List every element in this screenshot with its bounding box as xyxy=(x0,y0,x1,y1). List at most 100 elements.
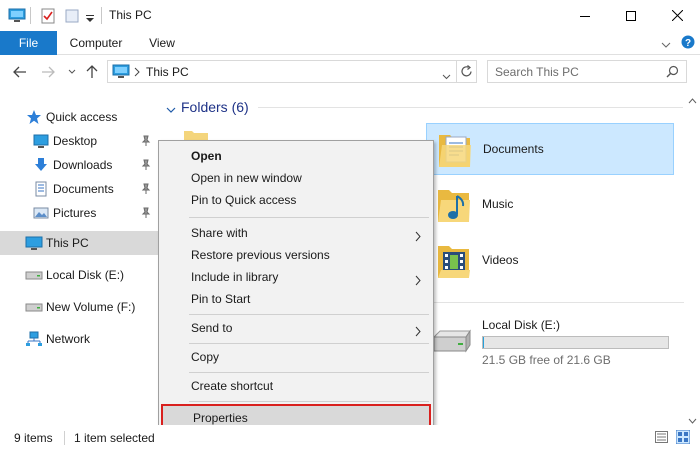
folder-videos[interactable]: Videos xyxy=(426,235,674,287)
pin-icon xyxy=(141,135,151,149)
pin-icon xyxy=(141,207,151,221)
nav-item-label: This PC xyxy=(46,236,89,250)
nav-item-label: Pictures xyxy=(53,206,97,220)
search-icon[interactable] xyxy=(666,65,679,81)
menu-item-label: Include in library xyxy=(191,270,279,284)
navigation-pane: Quick access Desktop Downloads Documents… xyxy=(0,95,158,425)
nav-item-desktop[interactable]: Desktop xyxy=(0,129,158,153)
breadcrumb-separator-icon[interactable] xyxy=(134,66,140,80)
menu-separator xyxy=(189,401,429,402)
menu-separator xyxy=(189,217,429,218)
folder-label: Music xyxy=(482,197,514,211)
nav-item-label: Downloads xyxy=(53,158,113,172)
menu-separator xyxy=(189,314,429,315)
context-menu: Open Open in new window Pin to Quick acc… xyxy=(158,140,434,436)
nav-item-label: Network xyxy=(46,332,91,346)
nav-item-local-disk-e[interactable]: Local Disk (E:) xyxy=(0,263,158,287)
recent-locations-button[interactable] xyxy=(64,64,80,80)
address-bar[interactable]: This PC xyxy=(107,60,477,83)
menu-item-include-in-library[interactable]: Include in library xyxy=(159,266,433,288)
folders-group-header[interactable]: Folders (6) xyxy=(181,99,249,115)
maximize-button[interactable] xyxy=(608,0,654,31)
minimize-icon xyxy=(580,15,590,17)
hard-drive-icon xyxy=(430,327,472,360)
drive-free-space: 21.5 GB free of 21.6 GB xyxy=(482,353,611,367)
download-icon xyxy=(33,157,49,173)
menu-item-pin-to-start[interactable]: Pin to Start xyxy=(159,288,433,310)
menu-item-pin-to-quick-access[interactable]: Pin to Quick access xyxy=(159,189,433,211)
nav-item-new-volume-f[interactable]: New Volume (F:) xyxy=(0,295,158,319)
folder-label: Documents xyxy=(483,142,544,156)
forward-arrow-icon xyxy=(42,66,55,78)
status-selection: 1 item selected xyxy=(74,431,155,445)
drive-local-disk-e[interactable]: Local Disk (E:) 21.5 GB free of 21.6 GB xyxy=(426,313,674,369)
drive-label: Local Disk (E:) xyxy=(482,318,561,332)
menu-item-send-to[interactable]: Send to xyxy=(159,317,433,339)
menu-item-copy[interactable]: Copy xyxy=(159,346,433,368)
nav-item-label: Desktop xyxy=(53,134,98,148)
refresh-icon[interactable] xyxy=(460,65,473,81)
network-icon xyxy=(25,331,42,347)
menu-item-share-with[interactable]: Share with xyxy=(159,222,433,244)
pin-icon xyxy=(141,159,151,173)
details-view-icon[interactable] xyxy=(655,431,668,446)
nav-item-documents[interactable]: Documents xyxy=(0,177,158,201)
menu-item-open[interactable]: Open xyxy=(159,145,433,167)
tab-file[interactable]: File xyxy=(0,31,57,55)
search-placeholder: Search This PC xyxy=(495,65,579,79)
menu-item-label: Send to xyxy=(191,321,233,335)
nav-item-pictures[interactable]: Pictures xyxy=(0,201,158,225)
nav-item-quick-access[interactable]: Quick access xyxy=(0,105,158,129)
nav-item-this-pc[interactable]: This PC xyxy=(0,231,158,255)
videos-folder-icon xyxy=(437,242,471,283)
folder-documents[interactable]: Documents xyxy=(426,123,674,175)
expand-ribbon-icon[interactable] xyxy=(661,38,671,52)
forward-button[interactable] xyxy=(40,64,56,80)
pictures-icon xyxy=(33,205,49,221)
large-icons-view-icon[interactable] xyxy=(675,429,691,447)
document-icon xyxy=(33,181,49,197)
new-folder-icon[interactable] xyxy=(64,8,80,27)
star-icon xyxy=(26,109,42,125)
menu-separator xyxy=(189,343,429,344)
tab-computer[interactable]: Computer xyxy=(62,31,130,55)
maximize-icon xyxy=(626,10,636,21)
back-button[interactable] xyxy=(12,64,28,80)
collapse-folders-icon[interactable] xyxy=(166,103,176,117)
vertical-scrollbar[interactable] xyxy=(685,89,700,425)
this-pc-icon xyxy=(25,235,43,251)
nav-item-network[interactable]: Network xyxy=(0,327,158,351)
scroll-up-icon[interactable] xyxy=(688,93,697,107)
folder-music[interactable]: Music xyxy=(426,179,674,231)
menu-item-open-in-new-window[interactable]: Open in new window xyxy=(159,167,433,189)
close-button[interactable] xyxy=(654,0,700,31)
submenu-arrow-icon xyxy=(415,322,421,344)
address-dropdown-icon[interactable] xyxy=(442,69,451,83)
chevron-down-icon xyxy=(68,69,76,74)
back-arrow-icon xyxy=(13,66,26,78)
search-input[interactable]: Search This PC xyxy=(487,60,687,83)
menu-item-create-shortcut[interactable]: Create shortcut xyxy=(159,375,433,397)
customize-arrow-icon[interactable] xyxy=(86,12,94,26)
this-pc-icon xyxy=(112,64,130,82)
close-icon xyxy=(671,10,683,21)
folder-label: Videos xyxy=(482,253,519,267)
help-icon[interactable]: ? xyxy=(681,35,695,52)
pin-icon xyxy=(141,183,151,197)
properties-icon[interactable] xyxy=(40,8,56,27)
menu-separator xyxy=(189,372,429,373)
up-arrow-icon xyxy=(86,65,98,78)
status-bar: 9 items 1 item selected xyxy=(0,425,700,450)
minimize-button[interactable] xyxy=(562,0,608,31)
computer-icon[interactable] xyxy=(8,8,26,27)
drive-icon xyxy=(25,267,43,283)
drive-icon xyxy=(25,299,43,315)
nav-item-downloads[interactable]: Downloads xyxy=(0,153,158,177)
drive-usage-fill xyxy=(483,337,484,348)
menu-item-restore-previous-versions[interactable]: Restore previous versions xyxy=(159,244,433,266)
window-title: This PC xyxy=(109,8,152,22)
breadcrumb-this-pc[interactable]: This PC xyxy=(146,65,189,79)
title-bar: This PC xyxy=(0,0,700,31)
up-button[interactable] xyxy=(84,64,100,80)
tab-view[interactable]: View xyxy=(140,31,184,55)
